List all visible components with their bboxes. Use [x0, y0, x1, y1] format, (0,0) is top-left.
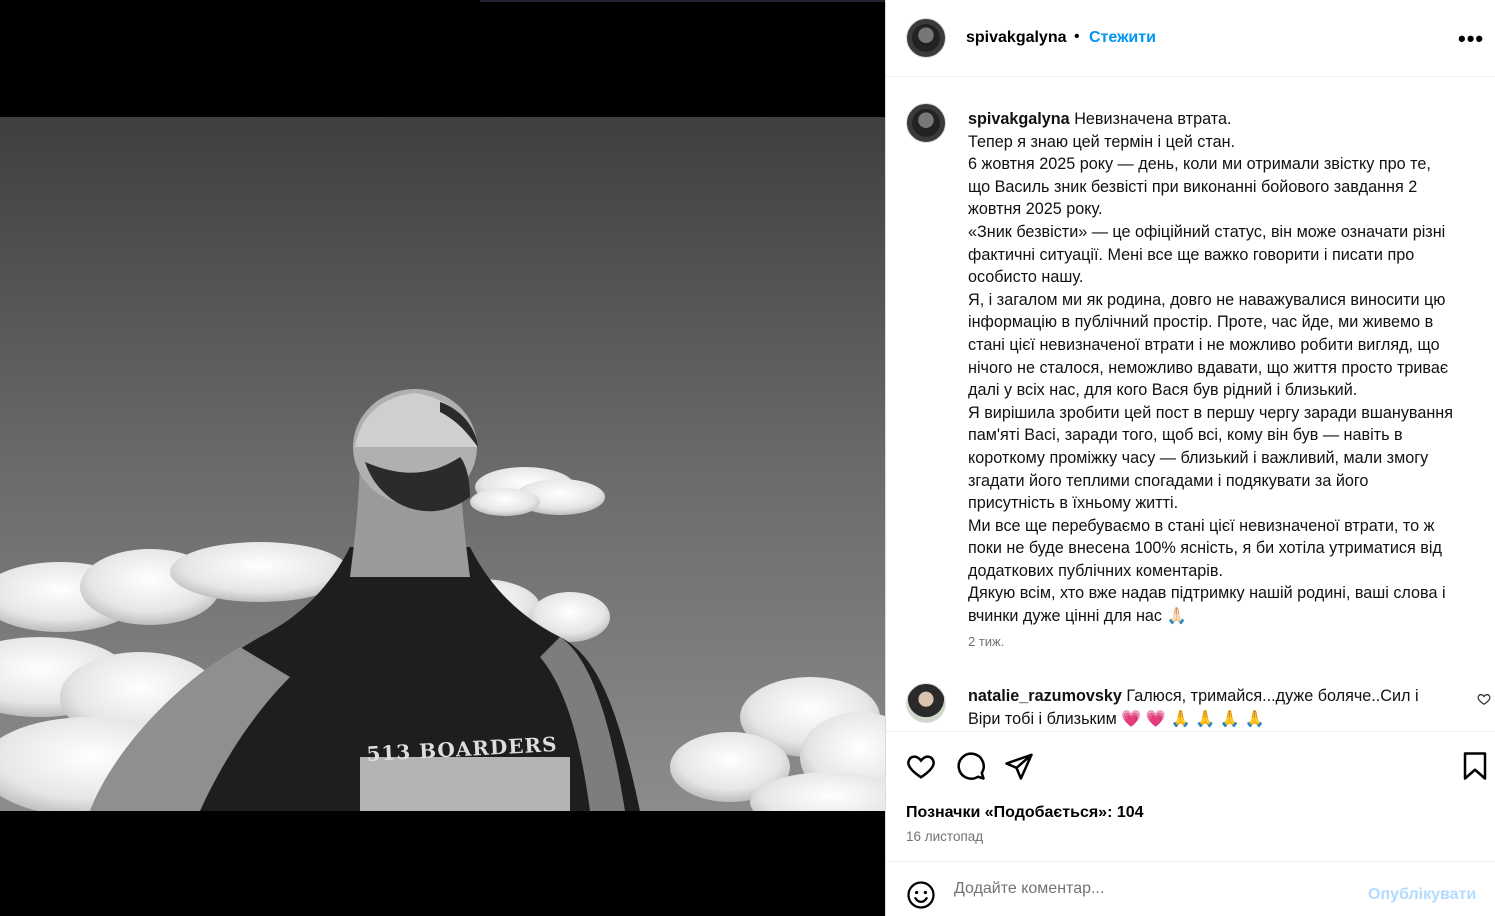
- author-avatar[interactable]: [906, 18, 946, 58]
- caption-line: Дякую всім, хто вже надав підтримку наші…: [968, 584, 1446, 603]
- more-options-icon[interactable]: •••: [1458, 26, 1484, 52]
- caption-line: стані цієї невизначеної втрати і не можл…: [968, 335, 1440, 354]
- caption-line: Я, і загалом ми як родина, довго не нава…: [968, 290, 1446, 309]
- caption-line: пам'яті Васі, заради того, щоб всі, кому…: [968, 426, 1403, 445]
- publish-button[interactable]: Опублікувати: [1368, 886, 1476, 904]
- post-panel: spivakgalyna • Стежити ••• spivakgalyna …: [885, 0, 1495, 916]
- caption-author-avatar[interactable]: [906, 103, 946, 143]
- comment-like-heart-icon[interactable]: [1477, 692, 1491, 706]
- comment-first-line: natalie_razumovsky Галюся, тримайся...ду…: [968, 685, 1458, 708]
- commenter-username[interactable]: natalie_razumovsky: [968, 687, 1122, 705]
- caption-line: Невизначена втрата.: [1074, 110, 1232, 128]
- comment: natalie_razumovsky Галюся, тримайся...ду…: [968, 685, 1458, 730]
- caption-line: згадати його теплими спогадами і подякув…: [968, 471, 1369, 490]
- comment-text: Віри тобі і близьким 💗 💗 🙏 🙏 🙏 🙏: [968, 709, 1265, 728]
- post-caption: spivakgalyna Невизначена втрата. Тепер я…: [968, 108, 1490, 628]
- separator-dot: •: [1074, 28, 1080, 45]
- caption-line: Я вирішила зробити цей пост в першу черг…: [968, 403, 1453, 422]
- photo-illustration: [0, 117, 885, 811]
- caption-line: 6 жовтня 2025 року — день, коли ми отрим…: [968, 155, 1431, 174]
- caption-line: вчинки дуже цінні для нас 🙏🏻: [968, 607, 1187, 626]
- comment-bubble-icon[interactable]: [956, 751, 986, 781]
- comment-input[interactable]: [954, 876, 1344, 902]
- post-media[interactable]: 513 BOARDERS: [0, 0, 885, 916]
- caption-line: жовтня 2025 року.: [968, 200, 1103, 219]
- comment-text: Галюся, тримайся...дуже боляче..Сил і: [1126, 687, 1419, 705]
- like-heart-icon[interactable]: [905, 751, 937, 781]
- caption-timestamp[interactable]: 2 тиж.: [968, 634, 1004, 649]
- post-date[interactable]: 16 листопад: [906, 829, 983, 844]
- caption-line: Тепер я знаю цей термін і цей стан.: [968, 132, 1236, 151]
- caption-line: що Василь зник безвісті при виконанні бо…: [968, 177, 1418, 196]
- emoji-icon[interactable]: [906, 880, 936, 910]
- caption-line: інформацію в публічний простір. Проте, ч…: [968, 313, 1434, 332]
- add-comment-bar: Опублікувати: [886, 861, 1495, 916]
- caption-line: поки не буде внесена 100% ясність, я би …: [968, 539, 1442, 558]
- post-header: spivakgalyna • Стежити •••: [886, 0, 1495, 77]
- caption-line: фактичні ситуації. Мені все ще важко гов…: [968, 245, 1415, 264]
- save-bookmark-icon[interactable]: [1462, 751, 1488, 781]
- caption-line: нічого не сталося, неможливо вдавати, що…: [968, 358, 1449, 377]
- likes-count[interactable]: Позначки «Подобається»: 104: [906, 804, 1144, 822]
- caption-first-line: spivakgalyna Невизначена втрата.: [968, 108, 1490, 131]
- commenter-avatar[interactable]: [906, 683, 946, 723]
- caption-line: «Зник безвісти» — це офіційний статус, в…: [968, 222, 1446, 241]
- share-send-icon[interactable]: [1004, 751, 1034, 781]
- caption-line: особисто нашу.: [968, 268, 1084, 287]
- caption-line: короткому проміжку часу — близький і важ…: [968, 448, 1429, 467]
- caption-username[interactable]: spivakgalyna: [968, 110, 1070, 128]
- author-username[interactable]: spivakgalyna: [966, 29, 1067, 47]
- post-actions: Позначки «Подобається»: 104 16 листопад: [886, 731, 1495, 861]
- caption-line: Ми все ще перебуваємо в стані цієї невиз…: [968, 516, 1435, 535]
- caption-line: додаткових публічних коментарів.: [968, 561, 1223, 580]
- comments-area[interactable]: spivakgalyna Невизначена втрата. Тепер я…: [886, 78, 1495, 730]
- post-photo[interactable]: 513 BOARDERS: [0, 117, 885, 811]
- follow-button[interactable]: Стежити: [1089, 29, 1156, 47]
- caption-line: далі у всіх нас, для кого Вася був рідни…: [968, 381, 1358, 400]
- caption-line: присутність в їхньому житті.: [968, 494, 1179, 513]
- top-divider: [480, 0, 885, 2]
